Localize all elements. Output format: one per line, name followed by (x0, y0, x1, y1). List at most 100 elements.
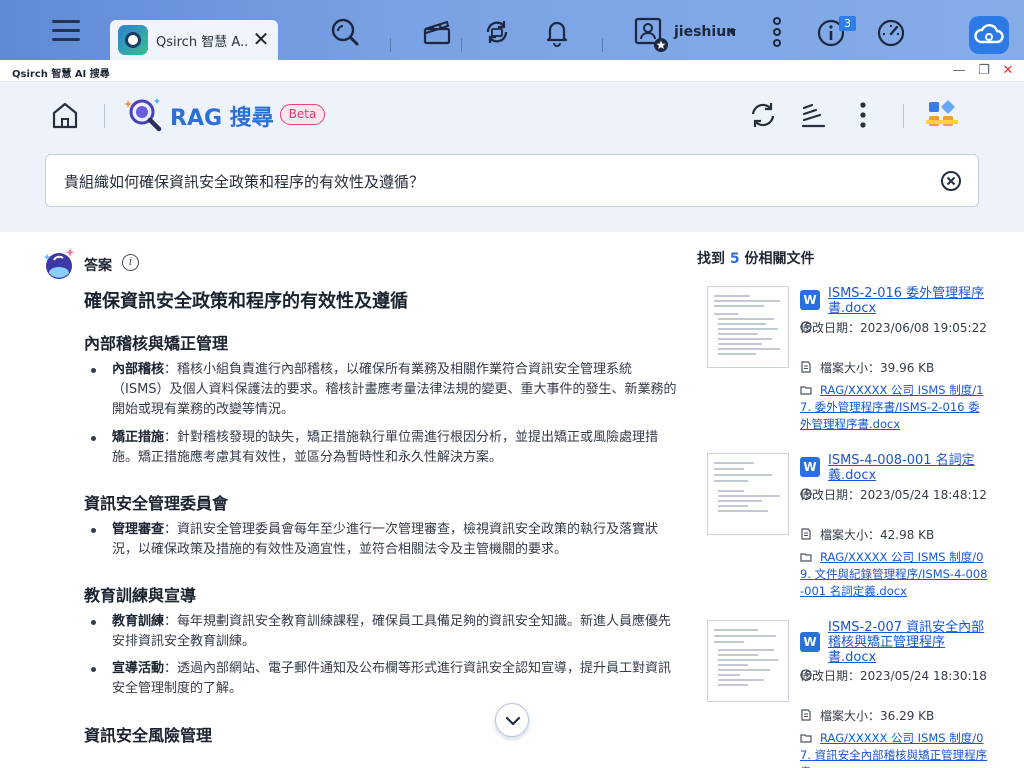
backup-sync-icon[interactable] (482, 17, 512, 47)
home-icon[interactable] (50, 100, 80, 130)
document-size: 檔案大小：42.98 KB (800, 527, 1010, 544)
modified-date-value: 修改日期：2023/05/24 18:48:12 (800, 488, 987, 502)
bullet-term: 宣導活動 (112, 661, 165, 676)
document-modified: 修改日期：2023/06/08 19:05:22 (800, 320, 1010, 354)
document-path-link[interactable]: RAG/XXXXX 公司 ISMS 制度/17. 委外管理程序書/ISMS-2-… (800, 382, 990, 436)
modified-date-text: 修改日期：2023/05/24 18:30:18 (800, 668, 1000, 685)
rag-search-logo-icon (124, 98, 162, 132)
word-file-icon: W (800, 290, 820, 310)
page-title: RAG 搜尋 (170, 106, 274, 131)
documents-count-heading: 找到 5 份相關文件 (697, 248, 815, 268)
notification-count-badge: 3 (839, 16, 856, 31)
desktop-taskbar: Qsirch 智慧 A... ✕ jieshiun 3 (0, 0, 1024, 60)
more-vertical-icon[interactable] (848, 100, 878, 130)
word-file-icon: W (800, 632, 820, 652)
bullet-text: ：資訊安全管理委員會每年至少進行一次管理審查，檢視資訊安全政策的執行及落實狀況，… (112, 522, 659, 557)
username-label[interactable]: jieshiun (674, 24, 736, 40)
user-account-icon[interactable] (634, 16, 670, 52)
app-tab-title: Qsirch 智慧 A... (156, 35, 248, 50)
answer-bullet: 教育訓練：每年規劃資訊安全教育訓練課程，確保員工具備足夠的資訊安全知識。新進人員… (91, 612, 677, 652)
file-icon (801, 361, 811, 373)
document-title-link[interactable]: ISMS-2-007 資訊安全內部稽核與矯正管理程序書.docx (828, 620, 990, 665)
modified-date-text: 修改日期：2023/05/24 18:48:12 (800, 487, 1000, 504)
document-thumbnail[interactable] (707, 620, 789, 702)
answer-bullet: 矯正措施：針對稽核發現的缺失，矯正措施執行單位需進行根因分析，並提出矯正或風險處… (91, 428, 677, 468)
answer-label: 答案 (84, 258, 112, 274)
notification-bell-icon[interactable] (542, 17, 572, 47)
related-documents-panel: 找到 5 份相關文件 W ISMS-2-016 委外管理程序書.docx 修改日… (690, 242, 1024, 768)
document-thumbnail[interactable] (707, 453, 789, 535)
documents-count: 5 (729, 251, 740, 267)
taskbar-separator (390, 38, 391, 52)
window-minimize-button[interactable]: — (951, 63, 967, 79)
history-list-icon[interactable] (798, 100, 828, 130)
modified-date-text: 修改日期：2023/06/08 19:05:22 (800, 320, 1000, 337)
app-center-icon[interactable] (926, 99, 958, 131)
user-menu-chevron-down-icon[interactable] (728, 29, 736, 35)
resource-monitor-gauge-icon[interactable] (876, 17, 906, 47)
clear-search-icon[interactable] (940, 170, 962, 192)
document-title-link[interactable]: ISMS-4-008-001 名詞定義.docx (828, 453, 996, 483)
cloud-icon (974, 24, 1004, 44)
document-modified: 修改日期：2023/05/24 18:30:18 (800, 668, 1010, 702)
taskbar-separator (602, 38, 603, 52)
section-heading: 教育訓練與宣導 (84, 586, 197, 605)
app-tab-qsirch[interactable]: Qsirch 智慧 A... ✕ (110, 20, 278, 60)
ai-assistant-avatar-icon (44, 248, 75, 279)
bullet-term: 教育訓練 (112, 614, 165, 629)
bullet-text: ：稽核小組負責進行內部稽核，以確保所有業務及相關作業符合資訊安全管理系統（ISM… (112, 362, 677, 417)
answer-heading: 確保資訊安全政策和程序的有效性及遵循 (84, 291, 408, 312)
document-path-link[interactable]: RAG/XXXXX 公司 ISMS 制度/07. 資訊安全內部稽核與矯正管理程序… (800, 730, 990, 768)
bullet-text: ：每年規劃資訊安全教育訓練課程，確保員工具備足夠的資訊安全知識。新進人員應優先安… (112, 614, 672, 649)
modified-date-value: 修改日期：2023/06/08 19:05:22 (800, 321, 987, 335)
scroll-down-button[interactable] (495, 703, 529, 737)
file-size-text: 檔案大小：39.96 KB (820, 361, 935, 375)
window-close-button[interactable]: ✕ (1000, 63, 1016, 79)
documents-prefix: 找到 (697, 251, 725, 267)
document-size: 檔案大小：36.29 KB (800, 708, 1010, 725)
taskbar-separator (461, 38, 462, 52)
answer-panel: 答案 i 確保資訊安全政策和程序的有效性及遵循 內部稽核與矯正管理 內部稽核：稽… (40, 242, 685, 768)
bullet-text: ：透過內部網站、電子郵件通知及公布欄等形式進行資訊安全認知宣導，提升員工對資訊安… (112, 661, 672, 696)
bullet-term: 矯正措施 (112, 430, 165, 445)
document-size: 檔案大小：39.96 KB (800, 360, 1010, 377)
bullet-term: 內部稽核 (112, 362, 165, 377)
file-icon (801, 528, 811, 540)
file-size-text: 檔案大小：36.29 KB (820, 709, 935, 723)
answer-bullet: 宣導活動：透過內部網站、電子郵件通知及公布欄等形式進行資訊安全認知宣導，提升員工… (91, 659, 677, 699)
modified-date-value: 修改日期：2023/05/24 18:30:18 (800, 669, 987, 683)
search-query-input[interactable] (64, 169, 924, 193)
bullet-text: ：針對稽核發現的缺失，矯正措施執行單位需進行根因分析，並提出矯正或風險處理措施。… (112, 430, 659, 465)
clapperboard-icon[interactable] (422, 17, 452, 47)
qsirch-app-icon (118, 25, 148, 55)
answer-bullet: 內部稽核：稽核小組負責進行內部稽核，以確保所有業務及相關作業符合資訊安全管理系統… (91, 360, 677, 420)
bullet-term: 管理審查 (112, 522, 165, 537)
main-menu-icon[interactable] (52, 18, 80, 44)
search-query-box[interactable] (45, 154, 979, 207)
document-thumbnail[interactable] (707, 286, 789, 368)
more-options-icon[interactable] (762, 17, 792, 47)
file-size-text: 檔案大小：42.98 KB (820, 528, 935, 542)
header-separator (903, 104, 904, 128)
chevron-down-icon (505, 716, 521, 726)
word-file-icon: W (800, 457, 820, 477)
tab-close-icon[interactable]: ✕ (248, 26, 274, 52)
beta-badge: Beta (280, 104, 325, 125)
section-heading: 內部稽核與矯正管理 (84, 334, 229, 353)
document-modified: 修改日期：2023/05/24 18:48:12 (800, 487, 1010, 521)
search-icon[interactable] (330, 17, 360, 47)
documents-suffix: 份相關文件 (744, 251, 815, 267)
window-title: Qsirch 智慧 AI 搜尋 (12, 69, 110, 80)
document-path-link[interactable]: RAG/XXXXX 公司 ISMS 制度/09. 文件與紀錄管理程序/ISMS-… (800, 549, 990, 603)
file-icon (801, 709, 811, 721)
refresh-icon[interactable] (748, 100, 778, 130)
window-restore-button[interactable]: ❐ (976, 63, 992, 79)
cloud-connect-button[interactable] (969, 16, 1009, 54)
header-separator (104, 104, 105, 128)
app-header: RAG 搜尋 Beta (0, 82, 1024, 232)
info-icon[interactable]: i (122, 254, 139, 271)
section-heading: 資訊安全管理委員會 (84, 494, 229, 513)
window-title-bar: Qsirch 智慧 AI 搜尋 — ❐ ✕ (0, 60, 1024, 82)
document-title-link[interactable]: ISMS-2-016 委外管理程序書.docx (828, 286, 996, 316)
answer-bullet: 管理審查：資訊安全管理委員會每年至少進行一次管理審查，檢視資訊安全政策的執行及落… (91, 520, 677, 560)
